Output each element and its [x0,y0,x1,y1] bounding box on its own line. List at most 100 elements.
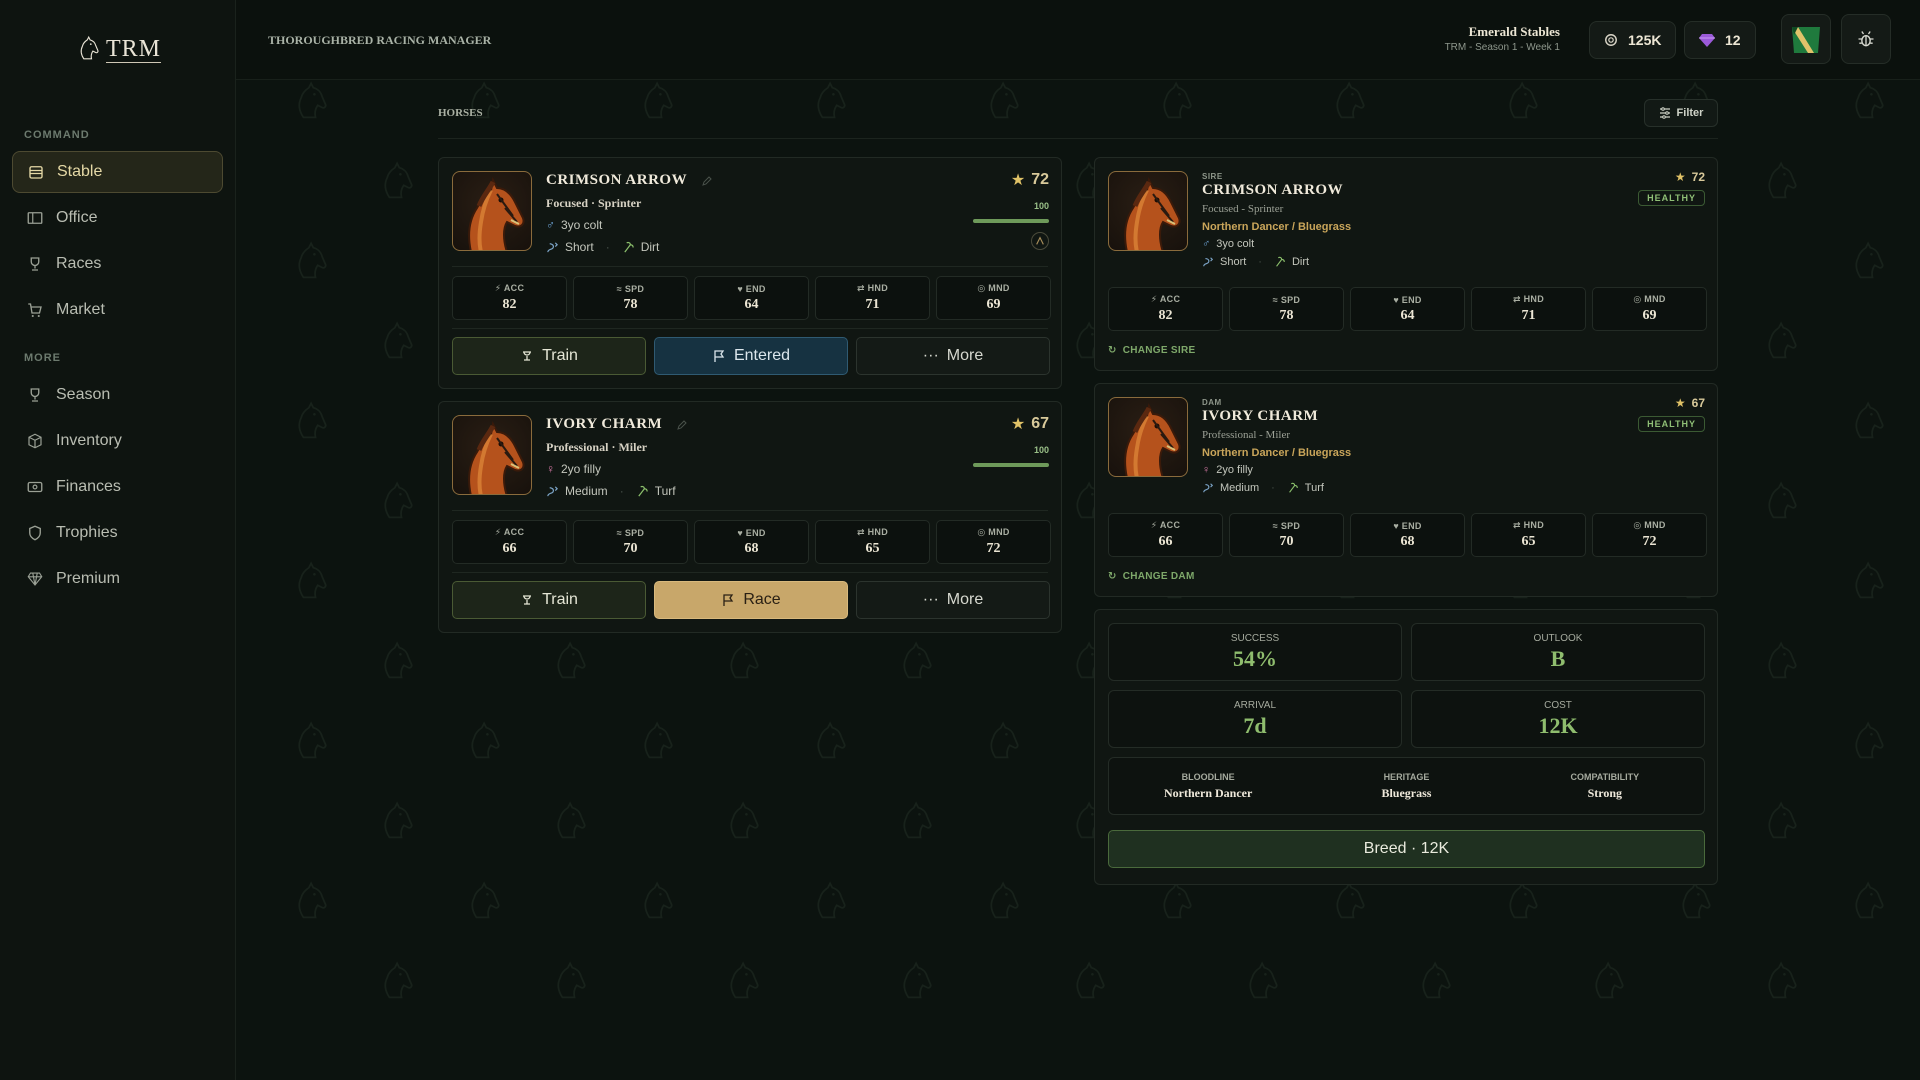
stat-mnd: ◎ MND 72 [936,520,1051,564]
trophy-icon [30,388,40,402]
stat-label: ♥ END [737,527,766,538]
dam-card[interactable]: DAM IVORY CHARM Professional - Miler Nor… [1094,383,1718,597]
flag-icon [723,594,734,606]
stat-value: 69 [986,297,1001,312]
ellipsis-icon: ··· [922,591,939,608]
stable-silks-avatar[interactable] [1781,14,1831,64]
train-button[interactable]: Train [452,581,646,619]
horse-name: CRIMSON ARROW [546,172,713,189]
sidebar-item-office[interactable]: Office [12,197,223,239]
section-divider [438,138,1718,139]
sire-rating-value: 72 [1691,170,1705,184]
stable-icon [29,166,43,179]
stable-season: TRM - Season 1 - Week 1 [1444,42,1560,53]
breed-button[interactable]: Breed · 12K [1108,830,1705,868]
distance-icon [547,485,558,496]
horse-traits: Focused · Sprinter [546,196,642,210]
stat-mnd: ◎ MND 69 [936,276,1051,320]
horse-card[interactable]: CRIMSON ARROW Focused · Sprinter ♂ 3yo c… [438,157,1062,389]
horse-portrait[interactable] [452,415,532,495]
background-horse-icon [990,882,1019,919]
entered-button[interactable]: Entered [654,337,848,375]
dam-role-label: DAM [1202,398,1222,407]
sire-traits: Focused - Sprinter [1202,203,1284,215]
outlook-kpi: OUTLOOK B [1411,623,1705,681]
dam-rating-value: 67 [1691,396,1705,410]
horse-card[interactable]: IVORY CHARM Professional · Miler ♀ 2yo f… [438,401,1062,633]
stat-label: ⇄ HND [1512,520,1545,530]
stat-end: ♥ END 68 [1350,513,1465,557]
background-horse-icon [903,802,932,839]
horse-age: ♂ 3yo colt [546,218,602,232]
race-button[interactable]: Race [654,581,848,619]
more-button[interactable]: ··· More [856,337,1050,375]
dam-portrait[interactable] [1108,397,1188,477]
change-sire-link[interactable]: ↻ CHANGE SIRE [1108,345,1195,356]
sidebar-item-market[interactable]: Market [12,289,223,331]
background-horse-icon [1336,882,1365,919]
stable-name: Emerald Stables [1468,24,1560,39]
kpi-value: 7d [1243,712,1267,738]
edit-pencil-icon[interactable] [676,419,688,431]
sidebar-item-trophies[interactable]: Trophies [12,512,223,554]
more-button-label: More [946,347,984,364]
dam-age: ♀ 2yo filly [1202,464,1253,476]
sidebar-item-premium[interactable]: Premium [12,558,223,600]
train-button[interactable]: Train [452,337,646,375]
background-horse-icon [471,882,500,919]
sidebar-item-races[interactable]: Races [12,243,223,285]
sire-card[interactable]: SIRE CRIMSON ARROW Focused - Sprinter No… [1094,157,1718,371]
kpi-label: SUCCESS [1230,632,1280,644]
horse-name-text: CRIMSON ARROW [546,172,687,188]
sidebar-item-label: Market [56,301,105,318]
stat-value: 65 [865,541,880,556]
refresh-icon: ↻ [1108,571,1117,582]
sidebar-item-stable[interactable]: Stable [12,151,223,193]
heritage-info: HERITAGE Bluegrass [1308,772,1504,801]
cart-icon [28,303,42,318]
stat-spd: ≈ SPD 70 [573,520,688,564]
app-logo[interactable]: TRM [74,34,162,64]
sidebar-item-season[interactable]: Season [12,374,223,416]
horse-preferences: Short · Dirt [546,240,659,254]
background-horse-icon [990,82,1019,119]
edit-pencil-icon[interactable] [701,175,713,187]
dam-age-text: 2yo filly [1216,464,1253,476]
background-horse-icon [1855,402,1884,439]
entered-race-badge[interactable] [1031,232,1049,250]
horse-age: ♀ 2yo filly [546,462,601,476]
filter-icon [1659,107,1670,119]
sidebar-item-inventory[interactable]: Inventory [12,420,223,462]
bug-report-button[interactable] [1841,14,1891,64]
filter-button[interactable]: Filter [1644,99,1718,127]
female-icon: ♀ [1202,464,1211,476]
stat-label: ≈ SPD [616,527,645,538]
background-horse-icon [1422,962,1451,999]
horse-portrait[interactable] [452,171,532,251]
male-icon: ♂ [1202,238,1211,250]
stat-label: ⚡ ACC [494,527,525,537]
dam-distance: Medium [1220,482,1260,494]
background-horse-icon [817,82,846,119]
stat-label: ◎ MND [1633,520,1666,530]
sire-portrait[interactable] [1108,171,1188,251]
background-horse-icon [1768,642,1797,679]
race-button-label: Race [743,591,781,608]
stat-label: ⚡ ACC [1150,520,1181,530]
more-button[interactable]: ··· More [856,581,1050,619]
stat-label: ⇄ HND [1512,294,1545,304]
horse-preferences: Medium · Turf [546,484,676,498]
stat-acc: ⚡ ACC 82 [452,276,567,320]
condition-value: 100 [1033,445,1049,455]
change-dam-link[interactable]: ↻ CHANGE DAM [1108,571,1195,582]
horse-age-text: 2yo filly [561,462,602,476]
stat-label: ♥ END [737,283,766,294]
gems-balance[interactable]: 12 [1684,21,1756,59]
stat-end: ♥ END 64 [694,276,809,320]
background-horse-icon [1768,322,1797,359]
train-button-label: Train [542,347,578,364]
sire-age: ♂ 3yo colt [1202,238,1254,250]
coins-balance[interactable]: 125K [1589,21,1677,59]
sidebar-item-finances[interactable]: Finances [12,466,223,508]
bloodline-info: BLOODLINE Northern Dancer [1110,772,1306,801]
